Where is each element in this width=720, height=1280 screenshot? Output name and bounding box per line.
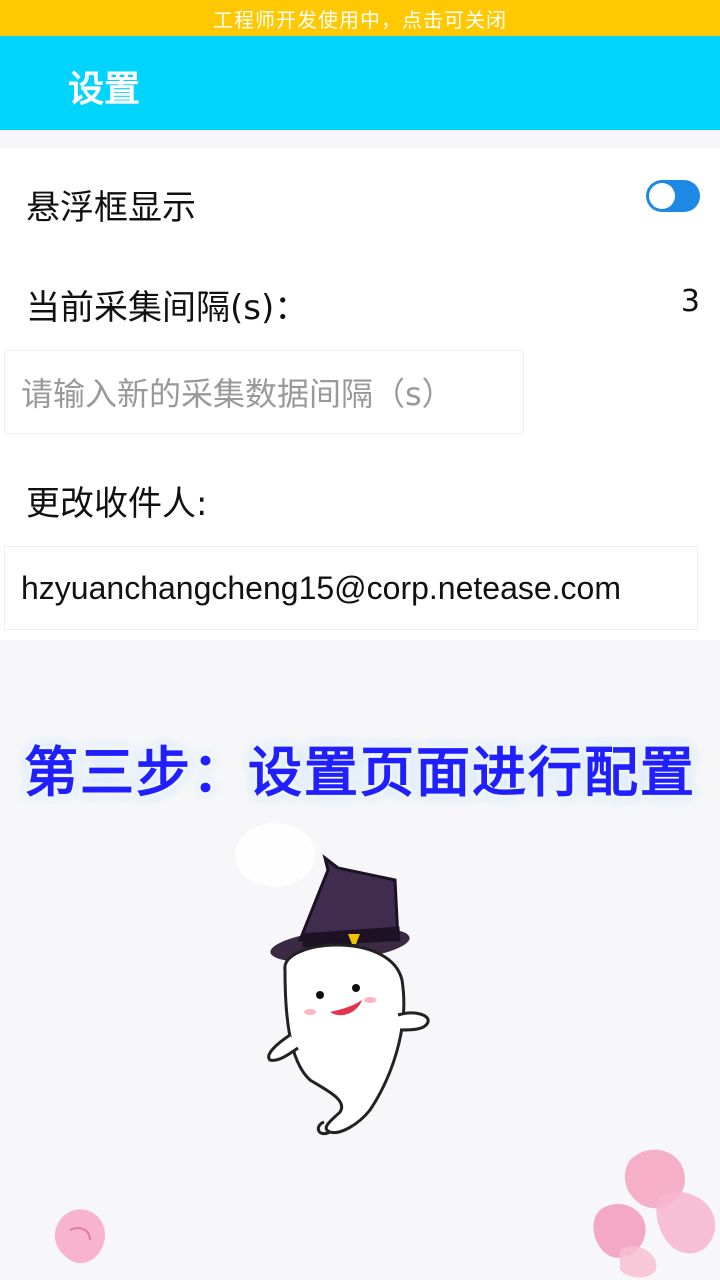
recipient-email-field[interactable]: hzyuanchangcheng15@corp.netease.com [4,546,698,630]
page-title: 设置 [68,69,141,110]
developer-mode-banner[interactable]: 工程师开发使用中，点击可关闭 [0,0,720,36]
interval-value: 3 [680,284,700,319]
app-bar: 设置 [0,36,720,130]
step-caption: 第三步：设置页面进行配置 [24,741,696,804]
floating-window-toggle[interactable] [646,180,700,212]
petal-decoration-left [54,1209,105,1264]
interval-input[interactable]: 请输入新的采集数据间隔（s） [4,350,524,434]
developer-banner-text: 工程师开发使用中，点击可关闭 [213,7,507,32]
ghost-mascot-illustration [267,854,430,1136]
petal-decoration-right [593,1149,716,1278]
recipient-label: 更改收件人: [26,484,208,524]
floating-window-label: 悬浮框显示 [26,188,196,228]
toggle-knob [649,183,675,209]
interval-label: 当前采集间隔(s)： [26,288,309,328]
